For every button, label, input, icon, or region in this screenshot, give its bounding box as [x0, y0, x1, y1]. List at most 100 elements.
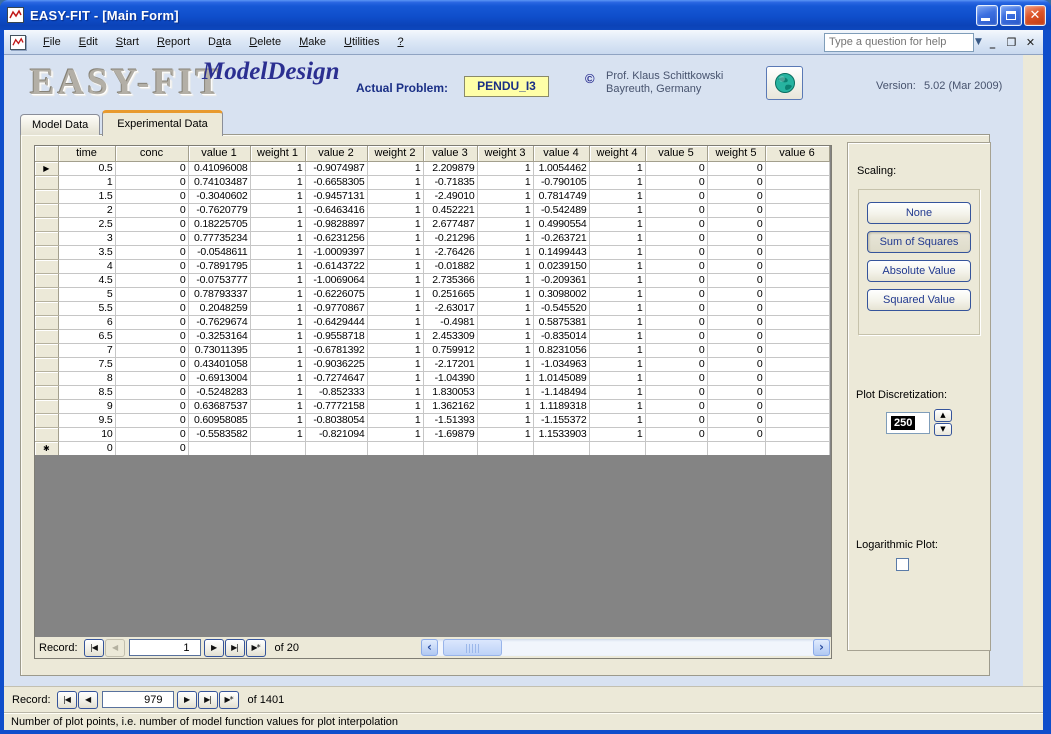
table-cell[interactable]: 1 [477, 203, 534, 218]
table-cell[interactable]: 1 [589, 427, 646, 442]
table-cell[interactable] [188, 441, 251, 456]
table-cell[interactable]: -0.3040602 [188, 189, 251, 204]
table-cell[interactable]: 0 [645, 315, 708, 330]
table-cell[interactable]: -0.3253164 [188, 329, 251, 344]
table-cell[interactable]: 0 [645, 399, 708, 414]
table-cell[interactable]: 1 [589, 161, 646, 176]
table-cell[interactable] [765, 385, 830, 400]
table-cell[interactable]: 6 [58, 315, 116, 330]
table-cell[interactable]: 1 [477, 189, 534, 204]
table-cell[interactable]: 1 [589, 175, 646, 190]
table-cell[interactable]: 0 [645, 273, 708, 288]
table-cell[interactable]: 1.830053 [423, 385, 478, 400]
table-cell[interactable]: 5 [58, 287, 116, 302]
table-cell[interactable]: 1 [477, 217, 534, 232]
table-cell[interactable]: 0.73011395 [188, 343, 251, 358]
menu-item-utilities[interactable]: Utilities [335, 32, 388, 52]
table-cell[interactable] [765, 231, 830, 246]
table-cell[interactable]: 1 [589, 273, 646, 288]
table-cell[interactable]: 1 [589, 203, 646, 218]
row-selector[interactable]: ▶ [35, 161, 59, 176]
table-cell[interactable]: 1 [367, 245, 424, 260]
table-cell[interactable]: 0.8231056 [533, 343, 590, 358]
table-cell[interactable]: 0.2048259 [188, 301, 251, 316]
table-cell[interactable]: 2.453309 [423, 329, 478, 344]
table-cell[interactable]: 0.1499443 [533, 245, 590, 260]
table-cell[interactable]: 0 [645, 357, 708, 372]
table-cell[interactable]: -1.148494 [533, 385, 590, 400]
table-cell[interactable]: -0.9828897 [305, 217, 368, 232]
table-cell[interactable]: 0 [645, 287, 708, 302]
table-cell[interactable]: 1 [367, 175, 424, 190]
table-cell[interactable]: 7 [58, 343, 116, 358]
table-cell[interactable]: -0.0753777 [188, 273, 251, 288]
row-selector[interactable] [35, 175, 59, 190]
table-cell[interactable]: 0 [645, 161, 708, 176]
table-cell[interactable]: 0 [707, 329, 766, 344]
table-cell[interactable]: -0.821094 [305, 427, 368, 442]
plot-discretization-field[interactable]: 250 [886, 412, 930, 434]
menu-item-report[interactable]: Report [148, 32, 199, 52]
table-cell[interactable]: 1 [250, 399, 306, 414]
table-cell[interactable]: 1 [367, 343, 424, 358]
table-cell[interactable]: -0.9074987 [305, 161, 368, 176]
chevron-down-icon[interactable]: ▼ [975, 34, 982, 51]
table-cell[interactable]: 1 [367, 385, 424, 400]
actual-problem-field[interactable]: PENDU_I3 [464, 76, 549, 97]
row-selector[interactable] [35, 399, 59, 414]
table-cell[interactable]: 1 [477, 399, 534, 414]
table-cell[interactable]: 1 [367, 259, 424, 274]
table-cell[interactable]: -0.545520 [533, 301, 590, 316]
table-cell[interactable]: 1 [589, 357, 646, 372]
table-cell[interactable]: 0.3098002 [533, 287, 590, 302]
row-selector[interactable] [35, 287, 59, 302]
table-cell[interactable]: 1 [589, 315, 646, 330]
table-cell[interactable]: 1 [477, 413, 534, 428]
table-cell[interactable]: -0.6429444 [305, 315, 368, 330]
row-selector[interactable] [35, 245, 59, 260]
menu-item-delete[interactable]: Delete [240, 32, 290, 52]
table-cell[interactable]: 0.18225705 [188, 217, 251, 232]
table-cell[interactable]: 1 [58, 175, 116, 190]
table-cell[interactable]: 2.5 [58, 217, 116, 232]
table-cell[interactable]: 0.452221 [423, 203, 478, 218]
table-cell[interactable]: 0 [707, 371, 766, 386]
table-cell[interactable]: 1 [477, 357, 534, 372]
menu-item-8[interactable]: ? [388, 32, 412, 52]
table-cell[interactable]: 0 [115, 371, 189, 386]
table-cell[interactable]: 1 [589, 399, 646, 414]
table-cell[interactable]: 1 [477, 287, 534, 302]
menu-item-file[interactable]: File [34, 32, 70, 52]
scroll-left-icon[interactable]: ‹ [421, 639, 438, 656]
record-prev-button[interactable]: ◀ [104, 638, 125, 657]
table-cell[interactable]: -0.4981 [423, 315, 478, 330]
table-cell[interactable]: -1.69879 [423, 427, 478, 442]
table-cell[interactable] [589, 441, 646, 456]
table-cell[interactable]: 0 [115, 357, 189, 372]
table-cell[interactable]: -0.6226075 [305, 287, 368, 302]
table-cell[interactable]: 1 [589, 329, 646, 344]
tab-model-data[interactable]: Model Data [20, 114, 101, 135]
table-cell[interactable]: 0 [707, 357, 766, 372]
table-cell[interactable]: 3.5 [58, 245, 116, 260]
table-cell[interactable]: 0 [707, 385, 766, 400]
table-cell[interactable]: 0 [115, 329, 189, 344]
record-new-button[interactable]: ▶* [218, 690, 239, 709]
grid-corner-cell[interactable] [35, 146, 59, 162]
table-cell[interactable]: 5.5 [58, 301, 116, 316]
table-cell[interactable] [765, 161, 830, 176]
table-cell[interactable] [423, 441, 478, 456]
table-cell[interactable]: -1.0069064 [305, 273, 368, 288]
table-cell[interactable]: 0 [115, 441, 189, 456]
table-cell[interactable]: -1.034963 [533, 357, 590, 372]
table-cell[interactable]: 0.41096008 [188, 161, 251, 176]
table-cell[interactable]: 1 [250, 231, 306, 246]
table-cell[interactable]: 0 [645, 427, 708, 442]
table-cell[interactable]: -0.9558718 [305, 329, 368, 344]
record-new-button[interactable]: ▶* [245, 638, 266, 657]
table-cell[interactable]: 1 [250, 217, 306, 232]
table-cell[interactable]: -0.71835 [423, 175, 478, 190]
record-number-input[interactable] [128, 639, 201, 656]
spin-down-button[interactable]: ▼ [934, 423, 952, 436]
table-cell[interactable]: 1 [250, 413, 306, 428]
